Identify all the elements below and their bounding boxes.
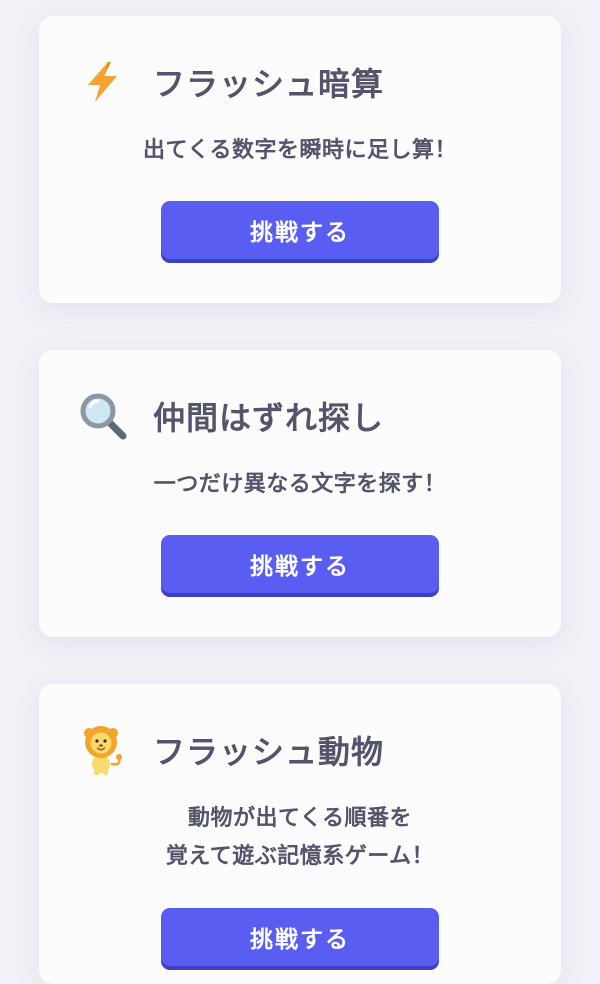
magnifier-icon [79,392,127,440]
card-header: 仲間はずれ探し [79,392,384,440]
game-description: 出てくる数字を瞬時に足し算！ [39,132,561,170]
description-line: 覚えて遊ぶ記憶系ゲーム！ [165,844,435,869]
card-header: フラッシュ暗算 [79,58,384,106]
game-card-flash-anzan: フラッシュ暗算 出てくる数字を瞬時に足し算！ 挑戦する [39,16,561,303]
game-title: 仲間はずれ探し [153,399,385,437]
game-card-flash-animal: フラッシュ動物 動物が出てくる順番を 覚えて遊ぶ記憶系ゲーム！ 挑戦する [39,684,561,984]
lion-icon [79,726,127,775]
game-description: 動物が出てくる順番を 覚えて遊ぶ記憶系ゲーム！ [39,800,561,876]
description-line: 動物が出てくる順番を [188,806,412,831]
description-line: 出てくる数字を瞬時に足し算！ [143,138,457,163]
description-line: 一つだけ異なる文字を探す！ [153,472,447,497]
game-title: フラッシュ暗算 [153,65,385,103]
game-card-odd-one-out: 仲間はずれ探し 一つだけ異なる文字を探す！ 挑戦する [39,350,561,637]
game-title: フラッシュ動物 [153,733,385,771]
game-description: 一つだけ異なる文字を探す！ [39,466,561,504]
challenge-button[interactable]: 挑戦する [161,908,439,966]
lightning-icon [79,58,127,106]
game-list: フラッシュ暗算 出てくる数字を瞬時に足し算！ 挑戦する 仲間はずれ探し 一つだけ… [0,0,600,984]
challenge-button[interactable]: 挑戦する [161,535,439,593]
challenge-button[interactable]: 挑戦する [161,201,439,259]
card-header: フラッシュ動物 [79,726,385,775]
